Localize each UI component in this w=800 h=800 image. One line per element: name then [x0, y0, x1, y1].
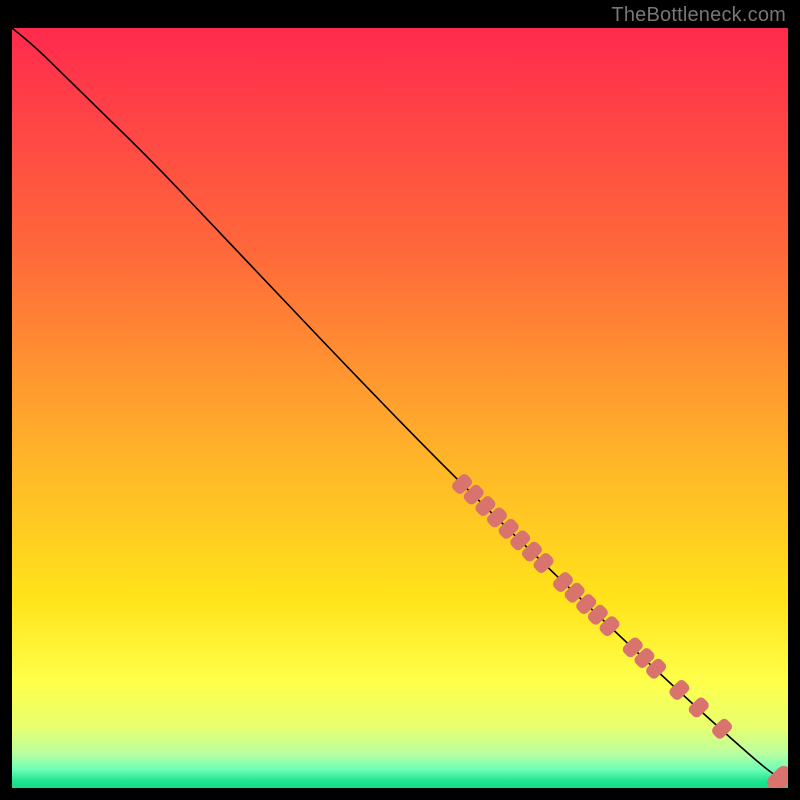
- watermark-text: TheBottleneck.com: [611, 4, 786, 27]
- bottleneck-chart: [12, 28, 788, 788]
- chart-stage: TheBottleneck.com: [0, 0, 800, 800]
- plot-background-gradient: [12, 28, 788, 788]
